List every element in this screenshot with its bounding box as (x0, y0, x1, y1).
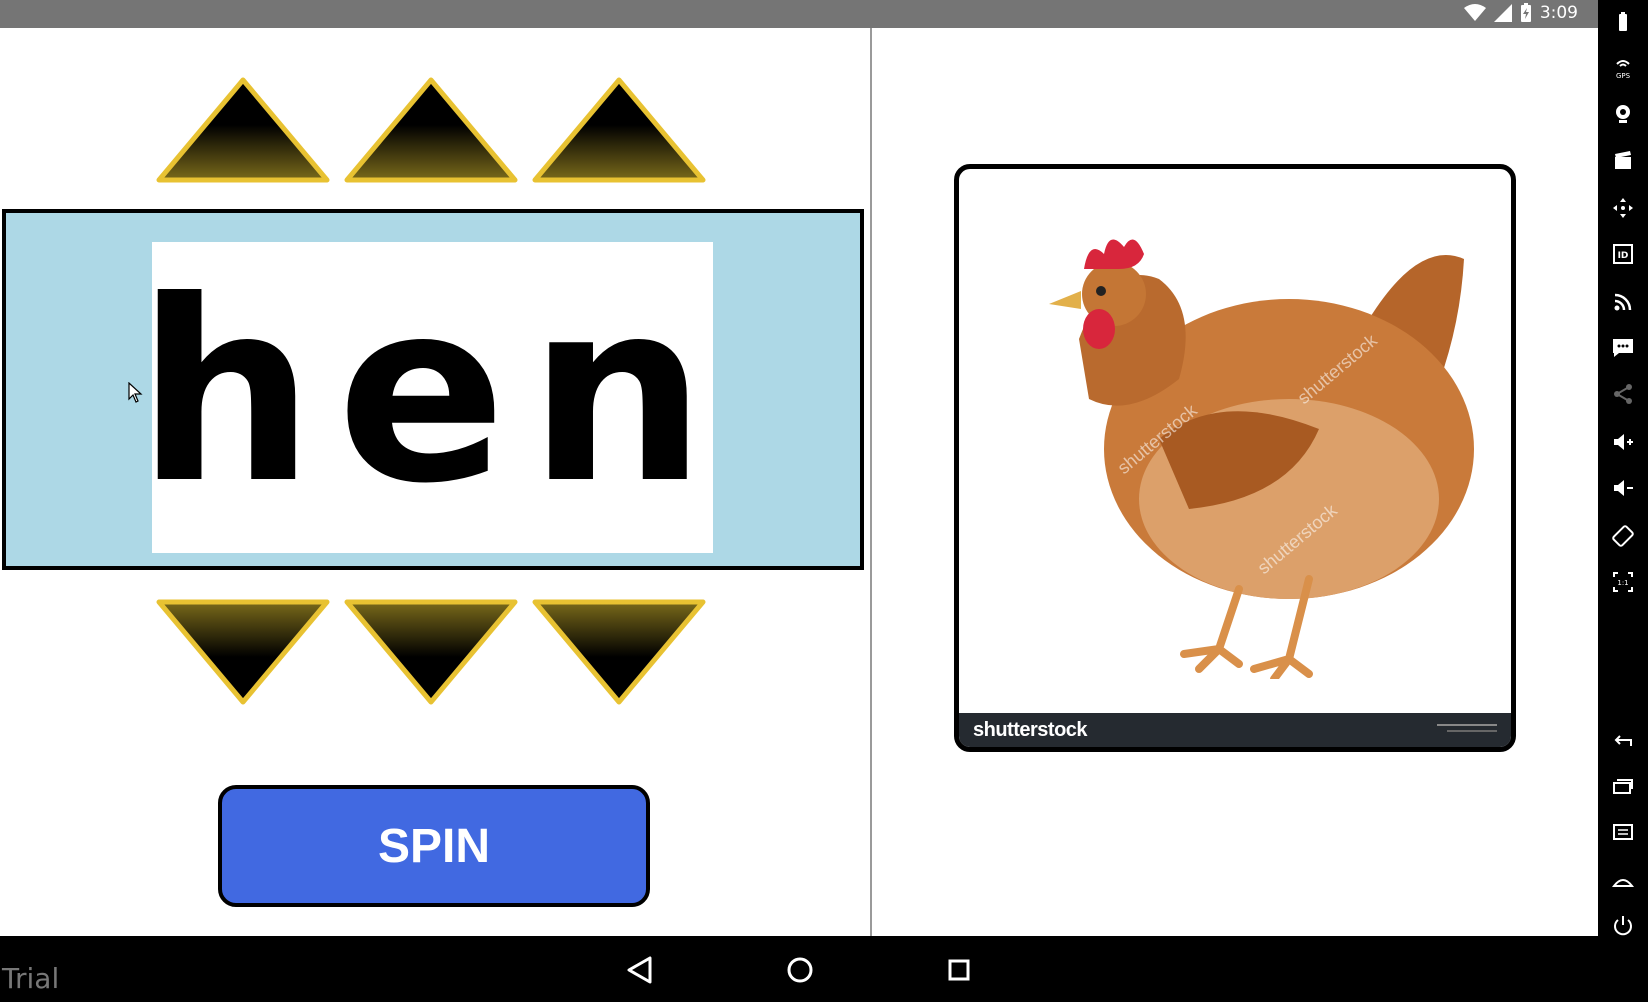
spin-button[interactable]: SPIN (218, 785, 650, 907)
scale-icon: 1:1 (1613, 572, 1633, 592)
volume-up-button[interactable] (1609, 428, 1637, 456)
picture-frame: shutterstock shutterstock shutterstock s… (954, 164, 1516, 752)
volume-down-icon (1614, 480, 1633, 496)
nav-home-button[interactable] (780, 950, 820, 990)
power-button[interactable] (1609, 912, 1637, 940)
wifi-icon (1463, 4, 1486, 21)
triangle-up-icon (532, 77, 706, 183)
svg-text:1:1: 1:1 (1617, 579, 1628, 587)
back-triangle-icon (627, 956, 652, 984)
emulator-toolbar: GPS ID 1:1 (1598, 0, 1648, 1002)
triangle-down-icon (156, 599, 330, 705)
trial-label: Trial (2, 962, 60, 995)
identifiers-button[interactable]: ID (1609, 240, 1637, 268)
clapper-icon (1615, 151, 1631, 169)
nav-back-button[interactable] (620, 950, 660, 990)
volume-down-button[interactable] (1609, 474, 1637, 502)
screenrecord-button[interactable] (1609, 146, 1637, 174)
rotate-icon (1612, 525, 1634, 547)
triangle-up-icon (156, 77, 330, 183)
gps-button[interactable]: GPS (1609, 54, 1637, 82)
status-icons: 3:09 (1463, 3, 1578, 23)
triangle-up-icon (344, 77, 518, 183)
letter-2-up-button[interactable] (343, 76, 519, 186)
watermark-brand: shutterstock (973, 718, 1088, 741)
letter-3-up-button[interactable] (531, 76, 707, 186)
home-circle-icon (787, 957, 813, 983)
watermark-bar: shutterstock (959, 713, 1511, 747)
toolbar-recents-button[interactable] (1609, 772, 1637, 800)
share-icon (1614, 384, 1632, 404)
battery-button[interactable] (1609, 8, 1637, 36)
move-icon (1613, 198, 1633, 218)
letter-1-down-button[interactable] (155, 596, 331, 706)
power-icon (1614, 916, 1632, 936)
nav-recents-button[interactable] (939, 950, 979, 990)
watermark-id (1437, 722, 1497, 739)
triangle-down-icon (532, 599, 706, 705)
dpad-button[interactable] (1609, 194, 1637, 222)
recents-square-icon (948, 959, 970, 981)
share-button[interactable] (1609, 380, 1637, 408)
mouse-cursor-icon (128, 382, 143, 403)
svg-text:ID: ID (1618, 251, 1629, 261)
triangle-down-icon (344, 599, 518, 705)
toolbar-menu-button[interactable] (1609, 818, 1637, 846)
word-text: hen (136, 246, 729, 538)
battery-icon (1619, 12, 1627, 31)
rss-icon (1614, 293, 1632, 311)
rotate-button[interactable] (1609, 522, 1637, 550)
word-spinner-pane: hen SPIN (0, 28, 870, 936)
camera-icon (1616, 105, 1630, 123)
hen-picture (1049, 239, 1474, 679)
battery-status-icon (1520, 3, 1531, 22)
toolbar-home-button[interactable] (1609, 866, 1637, 894)
id-icon: ID (1613, 244, 1633, 264)
letter-1-up-button[interactable] (155, 76, 331, 186)
picture-pane: shutterstock shutterstock shutterstock s… (872, 28, 1598, 936)
word-display: hen (137, 242, 713, 553)
clock: 3:09 (1539, 3, 1578, 23)
svg-text:GPS: GPS (1616, 72, 1631, 80)
sms-button[interactable] (1609, 334, 1637, 362)
app-screen: hen SPIN shutterstock shutterstock shutt… (0, 28, 1598, 936)
letter-3-down-button[interactable] (531, 596, 707, 706)
back-icon (1614, 735, 1632, 746)
menu-icon (1613, 824, 1633, 840)
home-icon (1611, 879, 1635, 887)
sms-icon (1613, 339, 1633, 357)
volume-up-icon (1614, 434, 1633, 450)
camera-button[interactable] (1609, 100, 1637, 128)
signal-icon (1493, 4, 1512, 22)
letter-2-down-button[interactable] (343, 596, 519, 706)
gps-icon: GPS (1616, 60, 1631, 80)
recents-icon (1613, 779, 1633, 794)
status-bar: 3:09 (0, 0, 1598, 28)
toolbar-back-button[interactable] (1609, 726, 1637, 754)
scale-button[interactable]: 1:1 (1609, 568, 1637, 596)
network-button[interactable] (1609, 288, 1637, 316)
android-nav-bar: Trial (0, 936, 1598, 1002)
